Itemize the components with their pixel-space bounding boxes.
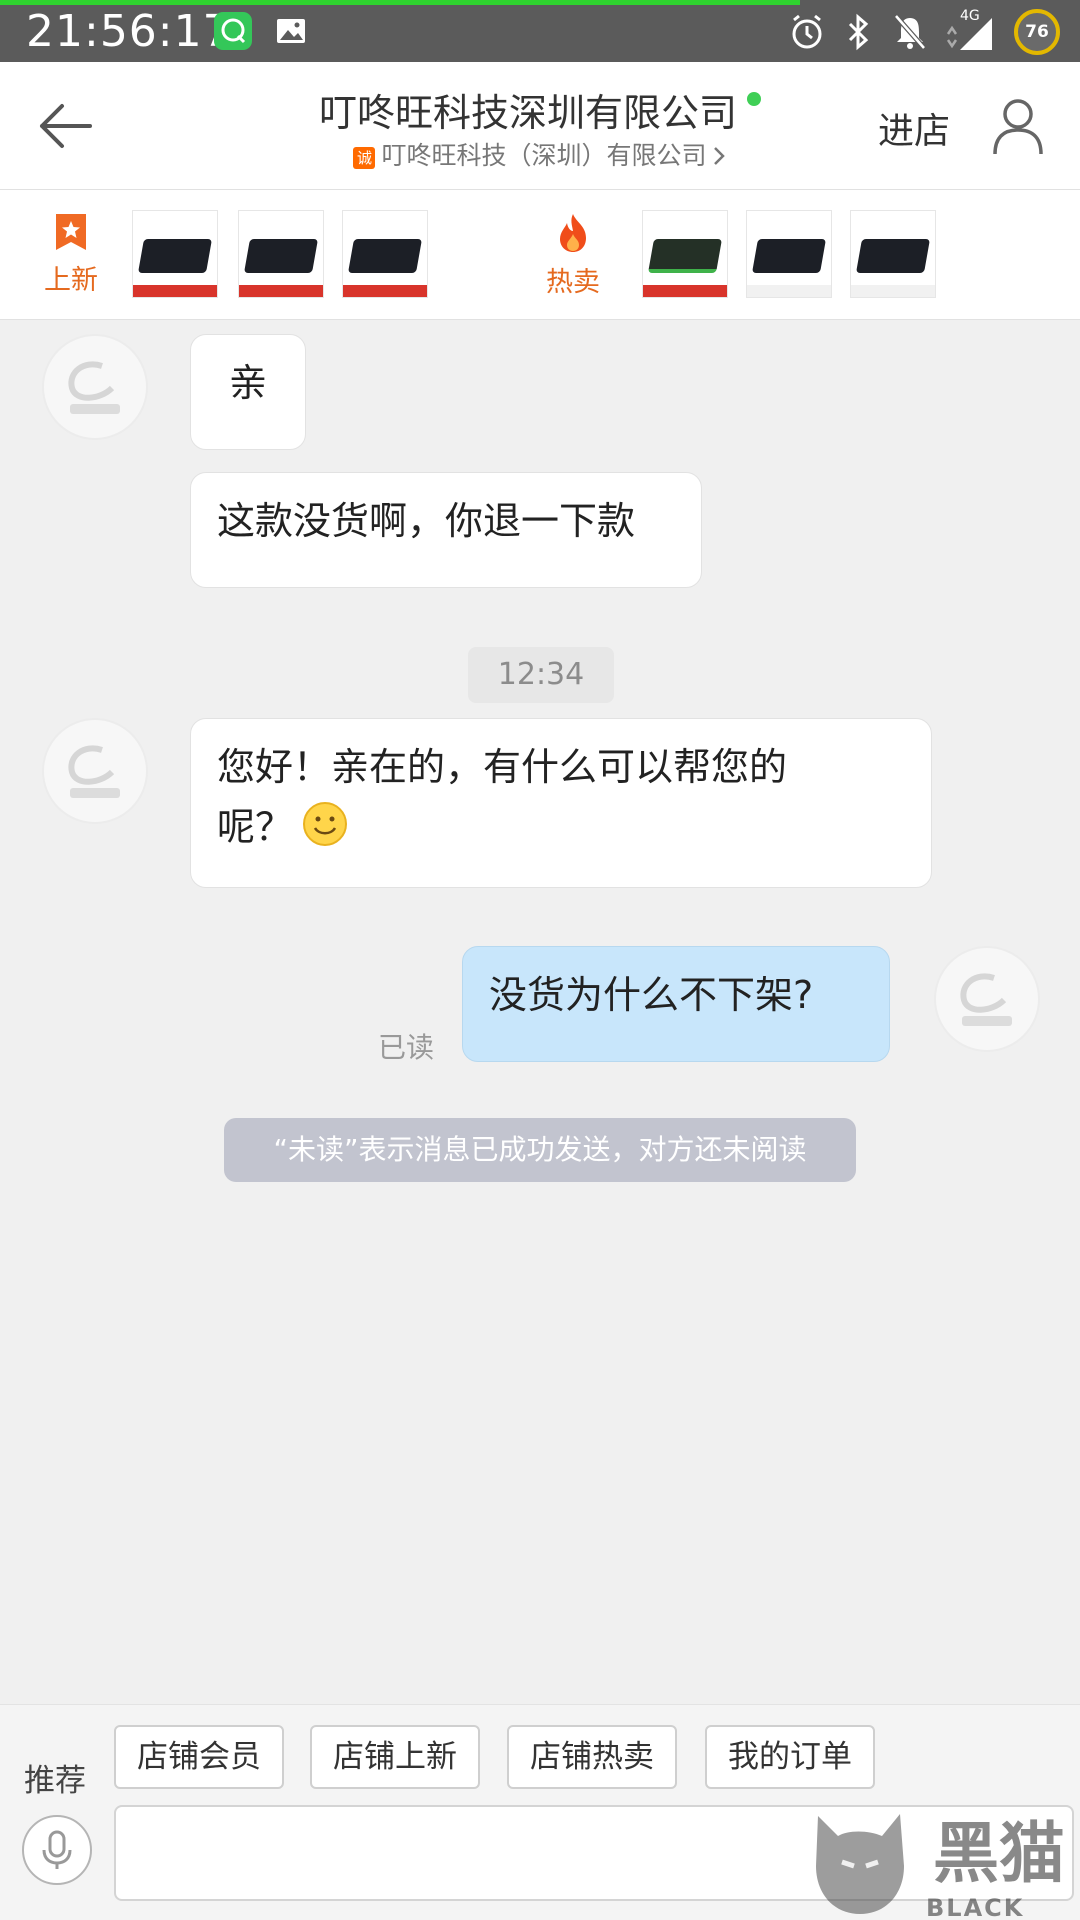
quick-reply-chip[interactable]: 我的订单 xyxy=(705,1725,875,1789)
fire-icon xyxy=(560,214,586,252)
product-thumbnail[interactable] xyxy=(642,210,728,298)
voice-input-button[interactable] xyxy=(22,1815,92,1885)
hot-sale-link[interactable]: 热卖 xyxy=(538,212,608,299)
product-thumbnail[interactable] xyxy=(132,210,218,298)
message-bubble[interactable]: 您好！亲在的，有什么可以帮您的 呢？ xyxy=(190,718,932,888)
chat-app-notification-icon xyxy=(214,12,252,50)
signal-icon: 4G xyxy=(946,8,996,52)
status-clock: 21:56:17 xyxy=(26,6,232,57)
status-icons: 4G 76 xyxy=(788,8,1060,55)
alarm-icon xyxy=(792,14,822,49)
shop-name: 叮咚旺科技深圳有限公司 xyxy=(318,91,737,135)
quick-reply-chip[interactable]: 店铺会员 xyxy=(114,1725,284,1789)
product-thumbnail[interactable] xyxy=(746,210,832,298)
my-avatar[interactable] xyxy=(934,946,1040,1052)
read-status: 已读 xyxy=(378,1031,435,1064)
watermark-brand-en: BLACK CAT xyxy=(926,1894,1025,1920)
bluetooth-icon xyxy=(848,13,869,51)
shop-avatar[interactable] xyxy=(42,718,148,824)
chevron-right-icon xyxy=(713,147,725,165)
recommend-label: 推荐 xyxy=(24,1763,86,1799)
message-text: 呢？ xyxy=(217,805,294,849)
shop-avatar[interactable] xyxy=(42,334,148,440)
my-message-bubble[interactable]: 没货为什么不下架? xyxy=(462,946,890,1062)
message-text: 亲 xyxy=(228,361,267,405)
product-strip: 上新 热卖 xyxy=(0,190,1080,320)
message-bubble[interactable]: 亲 xyxy=(190,334,306,450)
quick-reply-chip[interactable]: 店铺上新 xyxy=(310,1725,480,1789)
user-icon xyxy=(993,99,1043,155)
product-thumbnail[interactable] xyxy=(238,210,324,298)
message-bubble[interactable]: 这款没货啊，你退一下款 xyxy=(190,472,702,588)
mute-icon xyxy=(894,14,926,50)
cat-logo-icon xyxy=(816,1814,904,1914)
product-thumbnail[interactable] xyxy=(342,210,428,298)
message-text: 没货为什么不下架? xyxy=(489,973,814,1017)
message-timestamp: 12:34 xyxy=(468,647,614,703)
chat-header: 叮咚旺科技深圳有限公司 诚叮咚旺科技（深圳）有限公司 进店 xyxy=(0,62,1080,190)
battery-indicator: 76 xyxy=(1014,9,1060,55)
status-progress-line xyxy=(0,0,800,5)
bookmark-star-icon xyxy=(56,214,86,250)
watermark-brand: 黑猫 xyxy=(933,1815,1065,1892)
black-cat-watermark: 黑猫 BLACK CAT xyxy=(808,1806,1080,1920)
microphone-icon xyxy=(42,1830,72,1869)
alibaba-logo-icon xyxy=(960,973,1012,1026)
new-arrivals-link[interactable]: 上新 xyxy=(36,212,106,297)
gallery-notification-icon xyxy=(272,12,310,50)
online-status-dot xyxy=(747,92,761,106)
company-name: 叮咚旺科技（深圳）有限公司 xyxy=(381,141,707,170)
hot-sale-label: 热卖 xyxy=(546,267,600,298)
message-text: 您好！亲在的，有什么可以帮您的 xyxy=(217,745,788,789)
integrity-badge-icon: 诚 xyxy=(353,147,376,169)
system-notice: “未读”表示消息已成功发送，对方还未阅读 xyxy=(224,1118,856,1182)
alibaba-logo-icon xyxy=(68,361,120,414)
message-text: 这款没货啊，你退一下款 xyxy=(217,499,636,543)
alibaba-logo-icon xyxy=(68,745,120,798)
new-arrivals-label: 上新 xyxy=(44,265,98,296)
smiley-emoji-icon xyxy=(303,802,348,846)
status-bar: 21:56:17 4G 76 xyxy=(0,0,1080,62)
enter-shop-button[interactable]: 进店 xyxy=(878,102,950,154)
profile-button[interactable] xyxy=(990,96,1046,156)
quick-reply-chip[interactable]: 店铺热卖 xyxy=(507,1725,677,1789)
product-thumbnail[interactable] xyxy=(850,210,936,298)
